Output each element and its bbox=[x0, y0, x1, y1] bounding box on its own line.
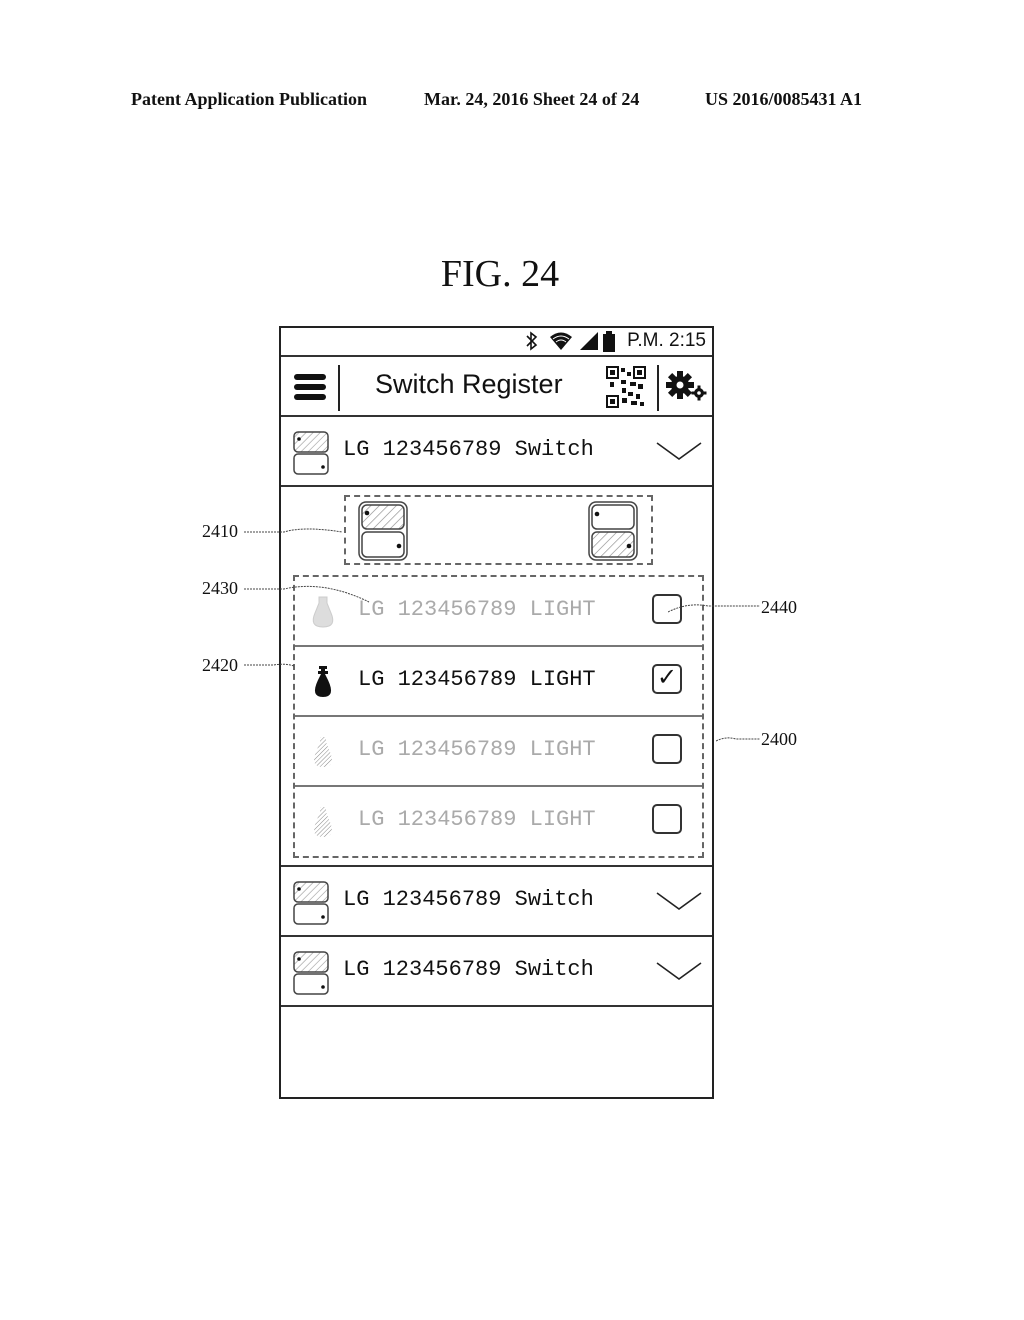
switch-row[interactable]: LG 123456789 Switch bbox=[281, 417, 712, 487]
phone-screen: P.M. 2:15 Switch Register LG 123456789 S… bbox=[279, 326, 714, 1099]
wifi-icon bbox=[550, 332, 572, 350]
status-bar: P.M. 2:15 bbox=[281, 328, 712, 357]
leader-line-2410 bbox=[244, 528, 343, 533]
divider bbox=[338, 365, 340, 411]
switch-name: LG 123456789 Switch bbox=[343, 957, 594, 982]
leader-line-2440 bbox=[668, 604, 760, 613]
gear-icon[interactable] bbox=[666, 371, 708, 403]
leader-line-2420 bbox=[244, 663, 295, 667]
switch-button-preview bbox=[344, 495, 653, 565]
light-bulb-icon bbox=[314, 666, 332, 697]
switch-right-button-icon[interactable] bbox=[588, 501, 638, 561]
battery-icon bbox=[603, 331, 615, 352]
light-checkbox-checked[interactable]: ✓ bbox=[652, 663, 682, 694]
switch-icon bbox=[293, 951, 329, 995]
signal-icon bbox=[580, 332, 598, 350]
light-name: LG 123456789 LIGHT bbox=[358, 737, 596, 762]
app-bar: Switch Register bbox=[281, 357, 712, 417]
light-list-item[interactable]: LG 123456789 LIGHT bbox=[295, 717, 702, 787]
switch-name: LG 123456789 Switch bbox=[343, 887, 594, 912]
chevron-down-icon[interactable] bbox=[656, 891, 702, 911]
checkmark-icon: ✓ bbox=[657, 663, 678, 691]
light-name: LG 123456789 LIGHT bbox=[358, 667, 596, 692]
reference-numeral-2410: 2410 bbox=[202, 521, 238, 541]
reference-numeral-2420: 2420 bbox=[202, 655, 238, 675]
qr-code-icon[interactable] bbox=[606, 366, 646, 408]
switch-row[interactable]: LG 123456789 Switch bbox=[281, 867, 712, 937]
reference-numeral-2440: 2440 bbox=[761, 597, 797, 617]
figure-title: FIG. 24 bbox=[440, 253, 560, 295]
switch-left-button-icon[interactable] bbox=[358, 501, 408, 561]
chevron-down-icon[interactable] bbox=[656, 441, 702, 461]
light-list-item[interactable]: LG 123456789 LIGHT ✓ bbox=[295, 647, 702, 717]
light-bulb-icon bbox=[314, 737, 332, 767]
switch-detail-panel: LG 123456789 LIGHT LG 123456789 LIGHT ✓ … bbox=[281, 487, 712, 867]
leader-line-2400 bbox=[716, 737, 760, 742]
light-bulb-icon bbox=[314, 807, 332, 837]
page-title: Switch Register bbox=[375, 369, 563, 399]
light-name: LG 123456789 LIGHT bbox=[358, 597, 596, 622]
light-list-item[interactable]: LG 123456789 LIGHT bbox=[295, 787, 702, 857]
chevron-down-icon[interactable] bbox=[656, 961, 702, 981]
light-checkbox[interactable] bbox=[652, 734, 682, 764]
switch-icon bbox=[293, 881, 329, 925]
patent-header-date-sheet: Mar. 24, 2016 Sheet 24 of 24 bbox=[424, 89, 640, 109]
leader-line-2430 bbox=[244, 585, 370, 603]
light-list: LG 123456789 LIGHT LG 123456789 LIGHT ✓ … bbox=[293, 575, 704, 858]
bluetooth-icon bbox=[526, 331, 538, 351]
reference-numeral-2400: 2400 bbox=[761, 729, 797, 749]
status-time: P.M. 2:15 bbox=[627, 330, 706, 351]
reference-numeral-2430: 2430 bbox=[202, 578, 238, 598]
light-checkbox[interactable] bbox=[652, 804, 682, 834]
switch-row[interactable]: LG 123456789 Switch bbox=[281, 937, 712, 1007]
patent-header-number: US 2016/0085431 A1 bbox=[705, 89, 863, 109]
hamburger-menu-icon[interactable] bbox=[293, 373, 327, 401]
divider bbox=[657, 365, 659, 411]
switch-name: LG 123456789 Switch bbox=[343, 437, 594, 462]
patent-header-left: Patent Application Publication bbox=[131, 89, 368, 109]
light-name: LG 123456789 LIGHT bbox=[358, 807, 596, 832]
switch-icon bbox=[293, 431, 329, 475]
